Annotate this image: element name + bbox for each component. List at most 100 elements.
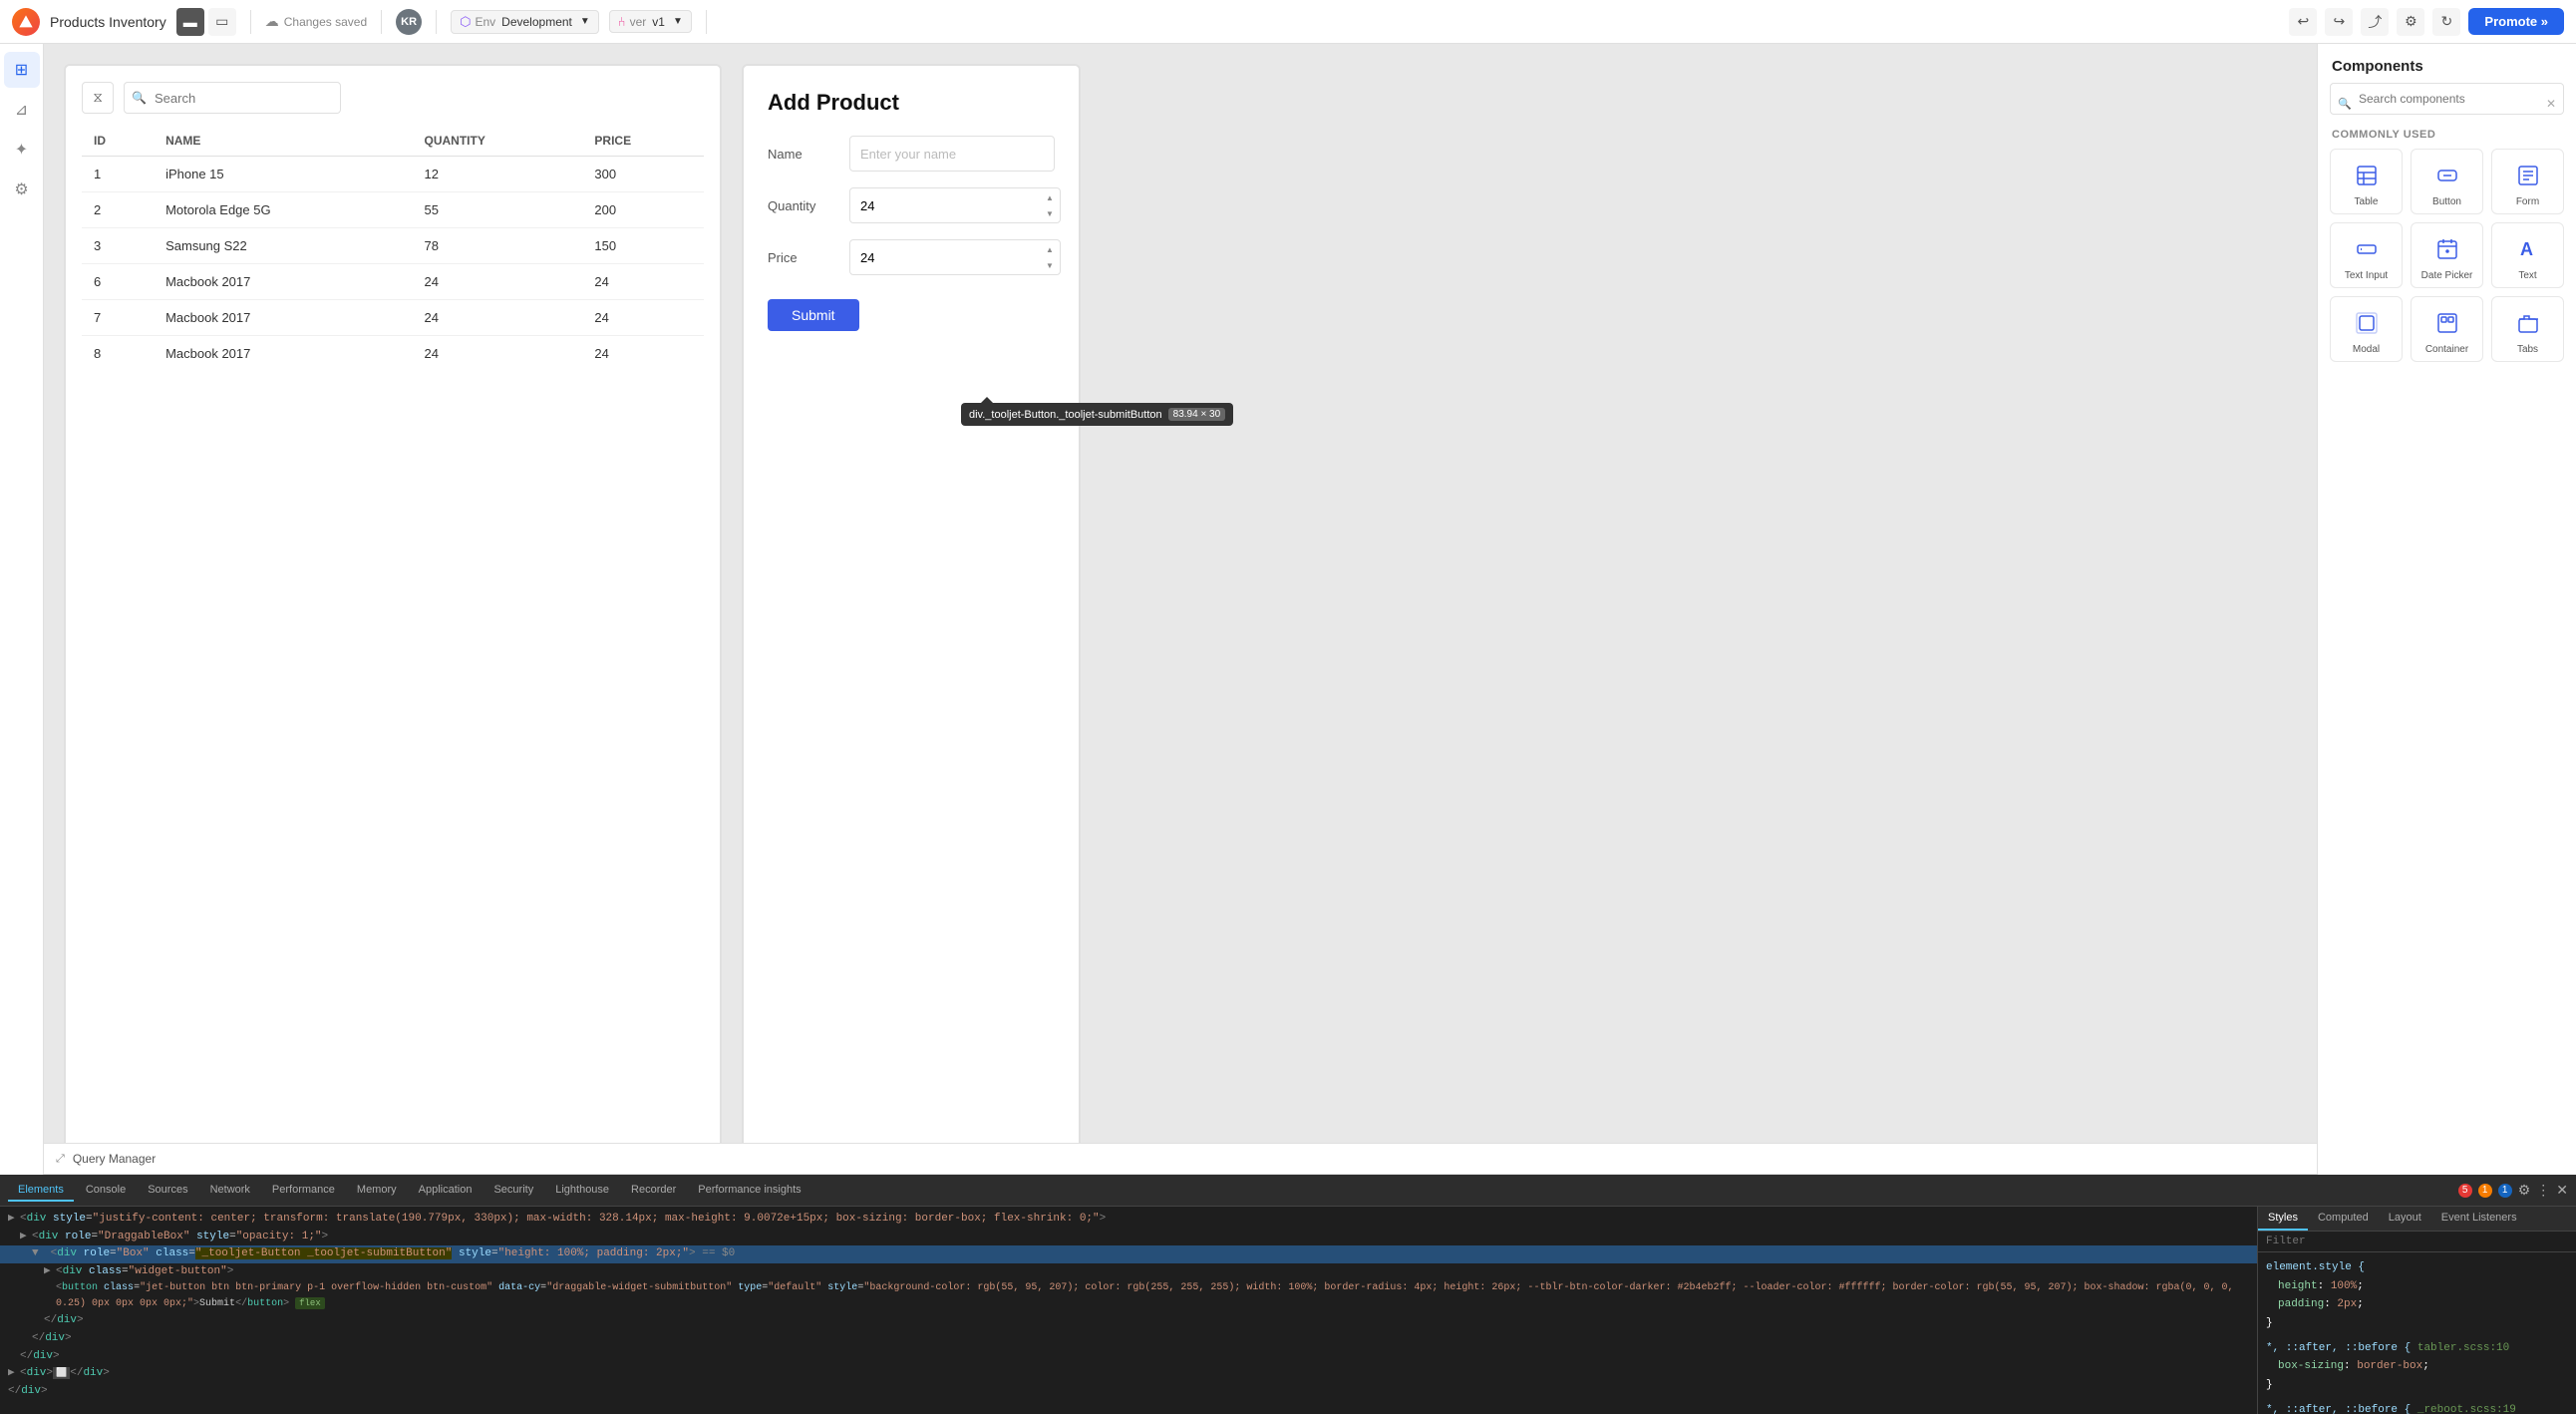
table-body: 1iPhone 15123002Motorola Edge 5G552003Sa… [82, 157, 704, 372]
settings-btn[interactable]: ⚙ [2397, 8, 2424, 36]
component-item-modal[interactable]: Modal [2330, 296, 2403, 362]
table-cell-qty: 24 [413, 336, 583, 372]
price-arrows[interactable]: ▲ ▼ [1041, 241, 1059, 273]
col-price: PRICE [582, 126, 704, 157]
quantity-input[interactable] [849, 187, 1061, 223]
table-cell-price: 150 [582, 228, 704, 264]
tooltip-size: 83.94 × 30 [1168, 408, 1226, 421]
desktop-view-btn[interactable]: ▬ [176, 8, 204, 36]
search-input[interactable] [124, 82, 341, 114]
devtools-tabs: ElementsConsoleSourcesNetworkPerformance… [0, 1175, 2576, 1207]
devtools-tab-lighthouse[interactable]: Lighthouse [545, 1180, 619, 1202]
table-row[interactable]: 6Macbook 20172424 [82, 264, 704, 300]
search-wrapper: 🔍 [124, 82, 704, 114]
code-line: </div> [0, 1383, 2257, 1401]
price-up-arrow[interactable]: ▲ [1041, 241, 1059, 257]
components-search-wrap: 🔍 ✕ [2318, 83, 2576, 125]
name-input[interactable] [849, 136, 1055, 172]
component-item-text[interactable]: AText [2491, 222, 2564, 288]
sidebar-item-settings[interactable]: ⚙ [4, 172, 40, 207]
component-item-container[interactable]: Container [2411, 296, 2483, 362]
env-selector[interactable]: ⬡ Env Development ▼ [451, 10, 599, 34]
computed-tab[interactable]: Computed [2308, 1207, 2379, 1231]
component-label-container: Container [2425, 344, 2468, 355]
quantity-down-arrow[interactable]: ▼ [1041, 205, 1059, 221]
price-down-arrow[interactable]: ▼ [1041, 257, 1059, 273]
canvas-area[interactable]: ⧖ 🔍 ID NAME QUANTITY PRICE 1iPho [44, 44, 2317, 1175]
query-bar-label[interactable]: Query Manager [73, 1152, 156, 1166]
components-search-input[interactable] [2330, 83, 2564, 115]
quantity-up-arrow[interactable]: ▲ [1041, 189, 1059, 205]
text-icon: A [2516, 233, 2540, 265]
code-line: </div> [0, 1348, 2257, 1366]
component-item-form[interactable]: Form [2491, 149, 2564, 214]
table-row[interactable]: 3Samsung S2278150 [82, 228, 704, 264]
topbar-actions: ↩ ↪ ⤴ ⚙ ↻ Promote » [2289, 8, 2564, 36]
styles-filter-input[interactable] [2258, 1232, 2576, 1252]
form-icon [2516, 160, 2540, 191]
user-avatar[interactable]: KR [396, 9, 422, 35]
refresh-btn[interactable]: ↻ [2432, 8, 2460, 36]
table-row[interactable]: 8Macbook 20172424 [82, 336, 704, 372]
submit-button[interactable]: Submit [768, 299, 859, 331]
devtools-tab-performance-insights[interactable]: Performance insights [688, 1180, 810, 1202]
price-input[interactable] [849, 239, 1061, 275]
devtools-tab-console[interactable]: Console [76, 1180, 136, 1202]
code-line: ▶<div style="justify-content: center; tr… [0, 1211, 2257, 1229]
quantity-arrows[interactable]: ▲ ▼ [1041, 189, 1059, 221]
styles-tab[interactable]: Styles [2258, 1207, 2308, 1231]
devtools-tab-network[interactable]: Network [200, 1180, 260, 1202]
component-item-button[interactable]: Button [2411, 149, 2483, 214]
devtools-tab-performance[interactable]: Performance [262, 1180, 345, 1202]
add-product-form-widget[interactable]: Add Product Name Quantity ▲ ▼ Price [742, 64, 1081, 1155]
share-btn[interactable]: ⤴ [2361, 8, 2389, 36]
logo[interactable] [12, 8, 40, 36]
component-item-date-picker[interactable]: Date Picker [2411, 222, 2483, 288]
view-toggle: ▬ ▭ [176, 8, 236, 36]
container-icon [2435, 307, 2459, 339]
component-item-table[interactable]: Table [2330, 149, 2403, 214]
redo-btn[interactable]: ↪ [2325, 8, 2353, 36]
devtools-panel: ElementsConsoleSourcesNetworkPerformance… [0, 1175, 2576, 1414]
code-line: </div> [0, 1312, 2257, 1330]
ver-chevron-icon: ▼ [673, 16, 683, 27]
devtools-tab-memory[interactable]: Memory [347, 1180, 407, 1202]
components-search-clear-icon[interactable]: ✕ [2546, 97, 2556, 111]
col-id: ID [82, 126, 154, 157]
text-input-icon [2355, 233, 2379, 265]
date-picker-icon [2435, 233, 2459, 265]
table-cell-name: Samsung S22 [154, 228, 412, 264]
devtools-tab-sources[interactable]: Sources [138, 1180, 197, 1202]
products-table-widget[interactable]: ⧖ 🔍 ID NAME QUANTITY PRICE 1iPho [64, 64, 722, 1155]
promote-button[interactable]: Promote » [2468, 8, 2564, 35]
query-expand-icon[interactable]: ⤢ [56, 1153, 65, 1166]
event-listeners-tab[interactable]: Event Listeners [2431, 1207, 2527, 1231]
tooltip: div._tooljet-Button._tooljet-submitButto… [961, 403, 1233, 426]
table-row[interactable]: 2Motorola Edge 5G55200 [82, 192, 704, 228]
devtools-tab-security[interactable]: Security [483, 1180, 543, 1202]
table-cell-id: 7 [82, 300, 154, 336]
devtools-settings-btn[interactable]: ⚙ [2518, 1182, 2531, 1199]
layout-tab[interactable]: Layout [2379, 1207, 2431, 1231]
devtools-tab-elements[interactable]: Elements [8, 1180, 74, 1202]
ver-icon: ⑃ [618, 14, 626, 29]
sidebar-item-components[interactable]: ⊞ [4, 52, 40, 88]
sidebar-item-inspect[interactable]: ✦ [4, 132, 40, 168]
filter-button[interactable]: ⧖ [82, 82, 114, 114]
version-selector[interactable]: ⑃ ver v1 ▼ [609, 10, 692, 33]
undo-btn[interactable]: ↩ [2289, 8, 2317, 36]
mobile-view-btn[interactable]: ▭ [208, 8, 236, 36]
error-badge: 5 [2458, 1184, 2472, 1198]
col-name: NAME [154, 126, 412, 157]
component-item-tabs[interactable]: Tabs [2491, 296, 2564, 362]
table-row[interactable]: 7Macbook 20172424 [82, 300, 704, 336]
devtools-tab-application[interactable]: Application [409, 1180, 483, 1202]
table-row[interactable]: 1iPhone 1512300 [82, 157, 704, 192]
table-header: ID NAME QUANTITY PRICE [82, 126, 704, 157]
filter-icon: ⧖ [93, 90, 102, 106]
sidebar-item-queries[interactable]: ⊿ [4, 92, 40, 128]
devtools-tab-recorder[interactable]: Recorder [621, 1180, 686, 1202]
component-item-text-input[interactable]: Text Input [2330, 222, 2403, 288]
devtools-close-btn[interactable]: ✕ [2556, 1182, 2568, 1199]
devtools-more-btn[interactable]: ⋮ [2536, 1182, 2550, 1199]
